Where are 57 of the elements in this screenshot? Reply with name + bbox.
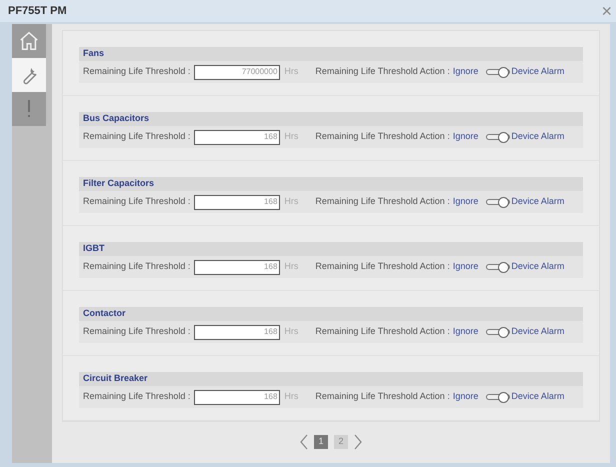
action-label: Remaining Life Threshold Action : xyxy=(315,65,450,78)
window-title: PF755T PM xyxy=(8,4,67,19)
toggle-switch[interactable] xyxy=(486,132,510,142)
device-alarm-label: Device Alarm xyxy=(511,325,564,338)
action-label: Remaining Life Threshold Action : xyxy=(315,260,450,274)
previous-icon[interactable] xyxy=(300,434,308,450)
toggle-switch[interactable] xyxy=(486,392,510,402)
unit-label: Hrs xyxy=(284,325,298,338)
toggle-switch[interactable] xyxy=(486,262,510,272)
section-title: Circuit Breaker xyxy=(83,372,148,386)
unit-label: Hrs xyxy=(284,195,298,208)
unit-label: Hrs xyxy=(284,130,298,144)
page-button[interactable]: 1 xyxy=(314,435,328,449)
field-label: Remaining Life Threshold : xyxy=(83,195,190,208)
toggle-switch[interactable] xyxy=(486,196,510,208)
threshold-field[interactable]: 168 xyxy=(194,260,280,274)
section-title: Contactor xyxy=(83,307,126,320)
unit-label: Hrs xyxy=(284,260,298,274)
page-button[interactable]: 2 xyxy=(334,435,348,449)
sidebar-tab[interactable] xyxy=(12,58,46,92)
field-label: Remaining Life Threshold : xyxy=(83,325,190,338)
section-title: Filter Capacitors xyxy=(83,177,154,190)
next-icon[interactable] xyxy=(354,434,362,450)
close-button[interactable]: × xyxy=(601,2,612,20)
field-label: Remaining Life Threshold : xyxy=(83,390,190,404)
toggle-switch[interactable] xyxy=(486,326,510,338)
unit-label: Hrs xyxy=(284,390,298,404)
exclamation-icon xyxy=(26,99,32,119)
threshold-field[interactable]: 168 xyxy=(194,130,280,144)
threshold-field[interactable]: 168 xyxy=(194,390,280,404)
action-label: Remaining Life Threshold Action : xyxy=(315,390,450,404)
threshold-field[interactable]: 168 xyxy=(194,324,280,340)
field-label: Remaining Life Threshold : xyxy=(83,65,190,78)
section-title: Fans xyxy=(83,47,104,60)
ignore-label: Ignore xyxy=(452,130,478,144)
ignore-label: Ignore xyxy=(452,195,478,208)
section-title: IGBT xyxy=(83,242,104,256)
threshold-field[interactable]: 77000000 xyxy=(194,64,280,80)
ignore-label: Ignore xyxy=(452,65,478,78)
ignore-label: Ignore xyxy=(452,325,478,338)
device-alarm-label: Device Alarm xyxy=(511,195,564,208)
action-label: Remaining Life Threshold Action : xyxy=(315,195,450,208)
home-icon xyxy=(18,30,40,52)
action-label: Remaining Life Threshold Action : xyxy=(315,325,450,338)
action-label: Remaining Life Threshold Action : xyxy=(315,130,450,144)
device-alarm-label: Device Alarm xyxy=(511,390,564,404)
field-label: Remaining Life Threshold : xyxy=(83,130,190,144)
threshold-field[interactable]: 168 xyxy=(194,194,280,210)
device-alarm-label: Device Alarm xyxy=(511,130,564,144)
section-title: Bus Capacitors xyxy=(83,112,150,126)
device-alarm-label: Device Alarm xyxy=(511,260,564,274)
field-label: Remaining Life Threshold : xyxy=(83,260,190,274)
ignore-label: Ignore xyxy=(452,390,478,404)
toggle-switch[interactable] xyxy=(486,66,510,78)
unit-label: Hrs xyxy=(284,65,298,78)
ignore-label: Ignore xyxy=(452,260,478,274)
device-alarm-label: Device Alarm xyxy=(511,65,564,78)
